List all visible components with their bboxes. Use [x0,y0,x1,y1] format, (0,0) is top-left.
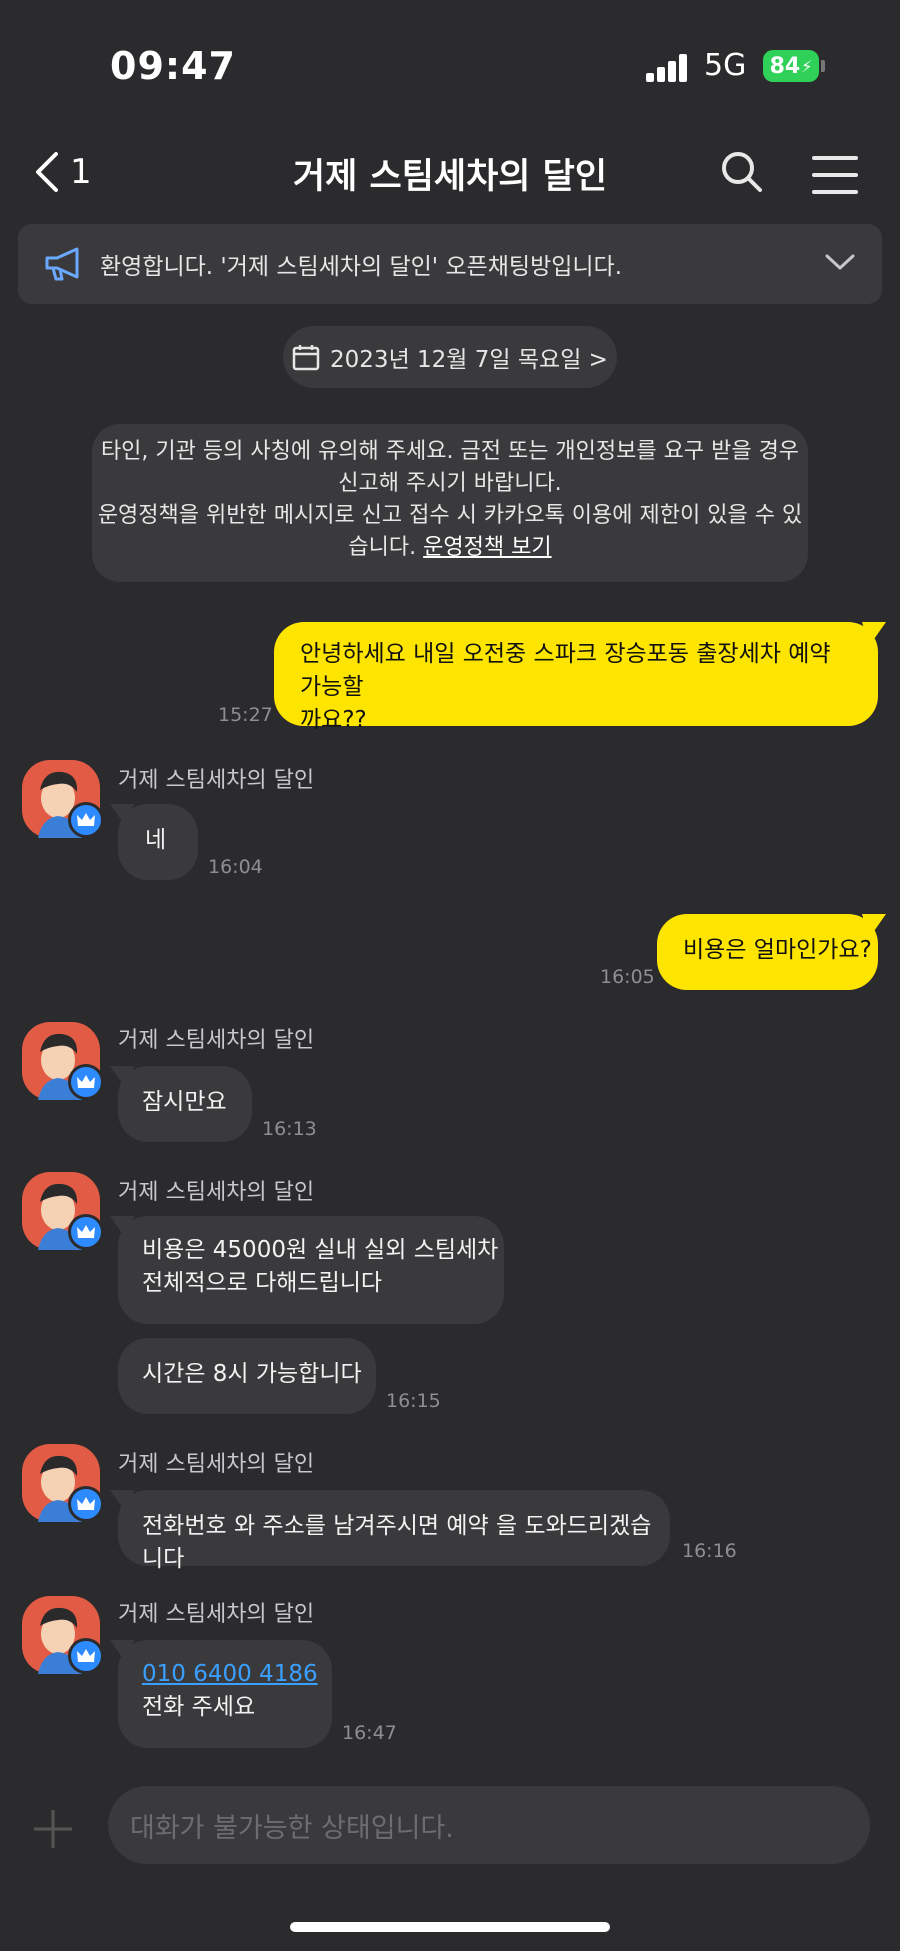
message-time: 16:16 [682,1540,737,1562]
battery-tip [821,60,825,72]
policy-link[interactable]: 운영정책 보기 [423,535,551,560]
network-label: 5G [704,48,747,83]
sender-name: 거제 스팀세차의 달인 [118,768,315,793]
plus-icon[interactable] [32,1808,74,1850]
message-text: 네 [145,827,167,853]
sender-name: 거제 스팀세차의 달인 [118,1180,315,1205]
message-text: 전화번호 와 주소를 남겨주시면 예약 을 도와드리겠습니다 [142,1513,652,1572]
sender-name: 거제 스팀세차의 달인 [118,1028,315,1053]
date-divider[interactable]: 2023년 12월 7일 목요일 > [283,326,617,388]
signal-icon [646,54,688,82]
avatar[interactable] [22,1022,104,1100]
home-indicator [290,1922,610,1932]
message-line: 비용은 45000원 실내 실외 스팀세차 [142,1237,499,1263]
message-text: 비용은 얼마인가요? [683,937,872,963]
message-line: 안녕하세요 내일 오전중 스파크 장승포동 출장세차 예약 가능할 [300,641,831,700]
crown-icon [77,1075,95,1088]
status-bar: 09:47 5G 84 ⚡ [0,0,900,130]
my-message-bubble[interactable]: 안녕하세요 내일 오전중 스파크 장승포동 출장세차 예약 가능할 까요?? [274,622,878,733]
crown-badge [68,1486,104,1522]
system-message: 타인, 기관 등의 사칭에 유의해 주세요. 금전 또는 개인정보를 요구 받을… [92,424,808,582]
crown-badge [68,802,104,838]
system-line: 타인, 기관 등의 사칭에 유의해 주세요. 금전 또는 개인정보를 요구 받을… [100,439,800,464]
chat-header: 1 거제 스팀세차의 달인 [0,130,900,220]
message-line: 전화 주세요 [142,1694,256,1720]
avatar[interactable] [22,1596,104,1674]
crown-icon [77,1649,95,1662]
avatar[interactable] [22,1172,104,1250]
crown-badge [68,1214,104,1250]
their-message-bubble[interactable]: 네 [118,804,198,880]
chat-title: 거제 스팀세차의 달인 [292,157,608,197]
avatar[interactable] [22,760,104,838]
their-message-bubble[interactable]: 전화번호 와 주소를 남겨주시면 예약 을 도와드리겠습니다 [118,1490,670,1572]
battery-icon: 84 ⚡ [763,50,819,82]
message-line: 전체적으로 다해드립니다 [142,1270,383,1296]
status-time: 09:47 [110,44,236,88]
crown-badge [68,1638,104,1674]
their-message-bubble[interactable]: 010 6400 4186 전화 주세요 [118,1640,332,1748]
notice-text: 환영합니다. '거제 스팀세차의 달인' 오픈채팅방입니다. [100,254,623,280]
message-text: 잠시만요 [142,1089,227,1115]
date-label: 2023년 12월 7일 목요일 > [330,347,608,373]
message-time: 16:13 [262,1118,317,1140]
megaphone-icon [45,247,79,281]
calendar-icon [292,345,320,371]
crown-badge [68,1064,104,1100]
their-message-bubble[interactable]: 잠시만요 [118,1066,252,1142]
notice-banner[interactable]: 환영합니다. '거제 스팀세차의 달인' 오픈채팅방입니다. [18,224,882,304]
search-button[interactable] [720,150,764,198]
sender-name: 거제 스팀세차의 달인 [118,1452,315,1477]
their-message-bubble[interactable]: 비용은 45000원 실내 실외 스팀세차 전체적으로 다해드립니다 [118,1216,504,1324]
crown-icon [77,813,95,826]
system-line-prefix: 습니다. [348,535,424,560]
avatar[interactable] [22,1444,104,1522]
system-line: 운영정책을 위반한 메시지로 신고 접수 시 카카오톡 이용에 제한이 있을 수… [97,503,803,528]
chevron-down-icon[interactable] [824,246,856,278]
search-icon [722,152,762,192]
message-input[interactable]: 대화가 불가능한 상태입니다. [108,1786,870,1864]
crown-icon [77,1225,95,1238]
message-line: 까요?? [300,707,367,733]
my-message-bubble[interactable]: 비용은 얼마인가요? [657,914,878,990]
system-line: 신고해 주시기 바랍니다. [338,471,562,496]
their-message-bubble[interactable]: 시간은 8시 가능합니다 [118,1338,376,1414]
message-text: 시간은 8시 가능합니다 [142,1361,362,1387]
message-time: 16:15 [386,1390,441,1412]
message-time: 15:27 [218,704,273,726]
menu-icon[interactable] [812,156,858,207]
battery-level: 84 [769,53,801,79]
sender-name: 거제 스팀세차의 달인 [118,1602,315,1627]
crown-icon [77,1497,95,1510]
message-time: 16:05 [600,966,655,988]
message-time: 16:47 [342,1722,397,1744]
phone-number-link[interactable]: 010 6400 4186 [142,1658,332,1691]
system-line-last: 습니다. 운영정책 보기 [92,532,808,564]
message-time: 16:04 [208,856,263,878]
